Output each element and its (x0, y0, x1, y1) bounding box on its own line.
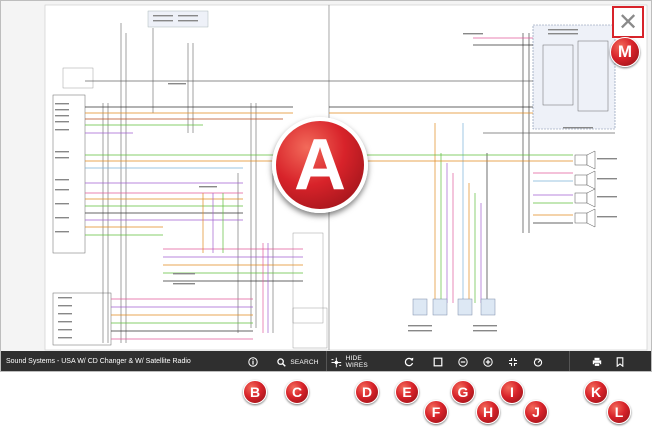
rotate-icon (404, 357, 414, 367)
search-label: SEARCH (290, 358, 319, 366)
callout-b: B (243, 380, 267, 404)
callout-i: I (500, 380, 524, 404)
reset-view-button[interactable] (530, 351, 546, 371)
diagram-toolbar: Sound Systems - USA W/ CD Changer & W/ S… (1, 351, 651, 371)
callout-a: A (272, 117, 368, 213)
hide-wires-icon (331, 357, 342, 367)
callout-l: L (607, 400, 631, 424)
callout-h: H (476, 400, 500, 424)
zoom-out-button[interactable] (455, 351, 471, 371)
close-icon: ✕ (617, 8, 639, 36)
reset-icon (533, 358, 543, 367)
print-button[interactable] (589, 351, 605, 371)
toolbar-divider (326, 351, 327, 371)
fit-page-button[interactable] (430, 351, 446, 371)
search-button[interactable]: SEARCH (276, 351, 320, 371)
info-button[interactable] (245, 351, 261, 371)
search-icon (277, 357, 287, 367)
callout-k: K (584, 380, 608, 404)
callout-c: C (285, 380, 309, 404)
fit-page-icon (433, 357, 443, 367)
rotate-button[interactable] (401, 351, 417, 371)
callout-d: D (355, 380, 379, 404)
callout-f: F (424, 400, 448, 424)
hide-wires-label: HIDE WIRES (345, 355, 368, 369)
callout-m: M (610, 37, 640, 67)
callout-g: G (451, 380, 475, 404)
info-icon (248, 357, 258, 367)
callout-e: E (395, 380, 419, 404)
hide-wires-button[interactable]: HIDE WIRES (331, 351, 385, 371)
zoom-in-button[interactable] (480, 351, 496, 371)
zoom-out-icon (458, 357, 468, 367)
fullscreen-icon (509, 358, 517, 366)
print-icon (592, 357, 602, 367)
fullscreen-button[interactable] (505, 351, 521, 371)
close-button[interactable]: ✕ (612, 6, 644, 38)
bookmark-icon (616, 357, 624, 367)
bookmark-button[interactable] (612, 351, 628, 371)
zoom-in-icon (483, 357, 493, 367)
toolbar-divider (569, 351, 570, 371)
diagram-title: Sound Systems - USA W/ CD Changer & W/ S… (6, 358, 191, 365)
callout-j: J (524, 400, 548, 424)
